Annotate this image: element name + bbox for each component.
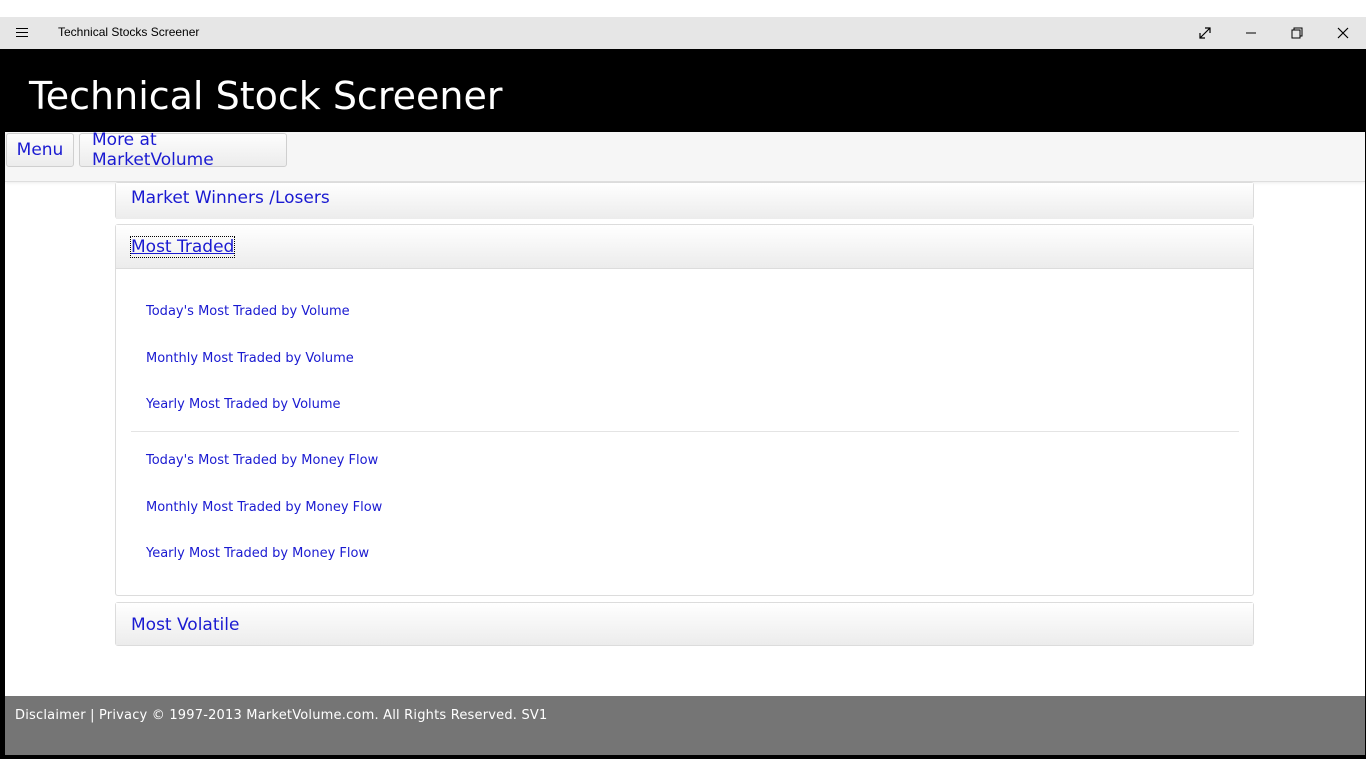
restore-icon[interactable]	[1274, 17, 1320, 49]
hamburger-menu-icon[interactable]	[12, 25, 32, 41]
app-content: Technical Stock Screener Menu More at Ma…	[0, 49, 1366, 755]
link-today-money-flow[interactable]: Today's Most Traded by Money Flow	[146, 453, 378, 468]
expand-icon[interactable]	[1182, 17, 1228, 49]
panel-header-most-traded[interactable]: Most Traded	[116, 225, 1253, 269]
panel-header-winners[interactable]: Market Winners /Losers	[116, 183, 1253, 219]
nav-bar: Menu More at MarketVolume	[5, 130, 1365, 182]
window-title: Technical Stocks Screener	[58, 25, 200, 39]
most-volatile-link[interactable]: Most Volatile	[131, 615, 239, 635]
most-traded-link[interactable]: Most Traded	[129, 236, 236, 258]
desktop-strip	[0, 0, 1366, 17]
panel-most-volatile: Most Volatile	[115, 602, 1254, 646]
app-header: Technical Stock Screener	[0, 49, 1366, 132]
link-yearly-volume[interactable]: Yearly Most Traded by Volume	[146, 397, 341, 412]
winners-losers-link[interactable]: Market Winners /Losers	[131, 188, 330, 208]
links-divider	[131, 431, 1239, 432]
window-titlebar: Technical Stocks Screener	[0, 17, 1366, 49]
menu-button[interactable]: Menu	[6, 133, 74, 167]
panel-market-winners-losers: Market Winners /Losers	[115, 182, 1254, 219]
panel-most-traded: Most Traded Today's Most Traded by Volum…	[115, 224, 1254, 596]
link-yearly-money-flow[interactable]: Yearly Most Traded by Money Flow	[146, 546, 369, 561]
footer-text[interactable]: Disclaimer | Privacy © 1997-2013 MarketV…	[15, 708, 547, 723]
app-frame: Technical Stock Screener Menu More at Ma…	[0, 49, 1366, 759]
link-today-volume[interactable]: Today's Most Traded by Volume	[146, 304, 350, 319]
footer: Disclaimer | Privacy © 1997-2013 MarketV…	[5, 696, 1365, 755]
panel-header-most-volatile[interactable]: Most Volatile	[116, 603, 1253, 645]
close-icon[interactable]	[1320, 17, 1366, 49]
link-monthly-money-flow[interactable]: Monthly Most Traded by Money Flow	[146, 500, 382, 515]
more-marketvolume-button[interactable]: More at MarketVolume	[79, 130, 287, 170]
app-title: Technical Stock Screener	[29, 74, 503, 118]
minimize-icon[interactable]	[1228, 17, 1274, 49]
link-monthly-volume[interactable]: Monthly Most Traded by Volume	[146, 351, 354, 366]
